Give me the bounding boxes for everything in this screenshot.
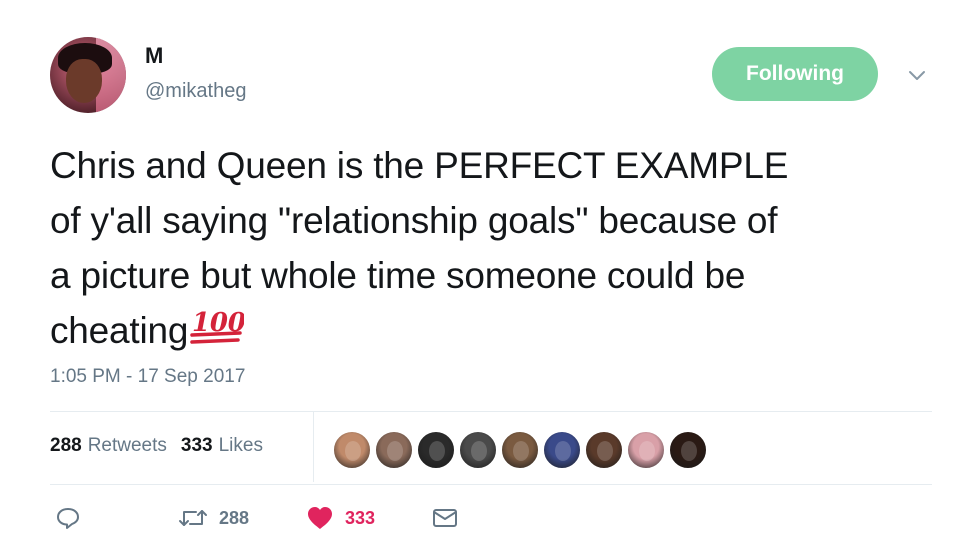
tweet-line-1: Chris and Queen is the PERFECT EXAMPLE (50, 145, 789, 186)
display-name[interactable]: M (145, 43, 163, 69)
divider-bottom (50, 484, 932, 485)
tweet-line-4-text: cheating (50, 310, 189, 351)
retweet-icon (177, 505, 209, 531)
liker-avatar[interactable] (542, 430, 582, 470)
tweet-card: M @mikatheg Following Chris and Queen is… (0, 0, 980, 555)
liker-avatar[interactable] (500, 430, 540, 470)
user-handle[interactable]: @mikatheg (145, 80, 246, 103)
retweets-count: 288 (50, 435, 82, 456)
tweet-timestamp[interactable]: 1:05 PM - 17 Sep 2017 (50, 366, 245, 388)
stats-separator (313, 412, 314, 482)
retweet-count: 288 (219, 507, 250, 528)
like-button[interactable]: 333 (305, 505, 375, 531)
liker-avatar[interactable] (584, 430, 624, 470)
retweets-label: Retweets (87, 435, 167, 456)
chevron-down-icon[interactable] (904, 62, 930, 88)
tweet-line-4: cheating 100 (50, 303, 950, 358)
liker-avatar[interactable] (374, 430, 414, 470)
retweets-stat[interactable]: 288 Retweets (50, 435, 167, 457)
reply-icon (55, 505, 81, 531)
tweet-line-2: of y'all saying "relationship goals" bec… (50, 200, 778, 241)
tweet-stats: 288 Retweets 333 Likes (50, 435, 263, 457)
likes-stat[interactable]: 333 Likes (181, 435, 263, 457)
liker-avatar[interactable] (332, 430, 372, 470)
liker-avatar[interactable] (416, 430, 456, 470)
like-count: 333 (345, 507, 376, 528)
liker-avatar[interactable] (668, 430, 708, 470)
liker-avatar[interactable] (626, 430, 666, 470)
retweet-button[interactable]: 288 (177, 505, 249, 531)
reply-button[interactable] (55, 505, 81, 531)
heart-icon (305, 505, 335, 531)
envelope-icon (431, 505, 459, 531)
liker-avatar[interactable] (458, 430, 498, 470)
avatar[interactable] (50, 37, 126, 113)
tweet-line-3: a picture but whole time someone could b… (50, 255, 746, 296)
direct-message-button[interactable] (431, 505, 459, 531)
likes-count: 333 (180, 435, 213, 456)
divider-top (50, 411, 932, 412)
following-button[interactable]: Following (712, 47, 878, 101)
avatar-face (66, 59, 102, 103)
tweet-text: Chris and Queen is the PERFECT EXAMPLE o… (50, 138, 950, 358)
hundred-points-icon: 100 (188, 307, 246, 347)
liker-avatars (332, 430, 708, 470)
tweet-actions: 288 333 (50, 505, 550, 537)
likes-label: Likes (218, 435, 263, 456)
